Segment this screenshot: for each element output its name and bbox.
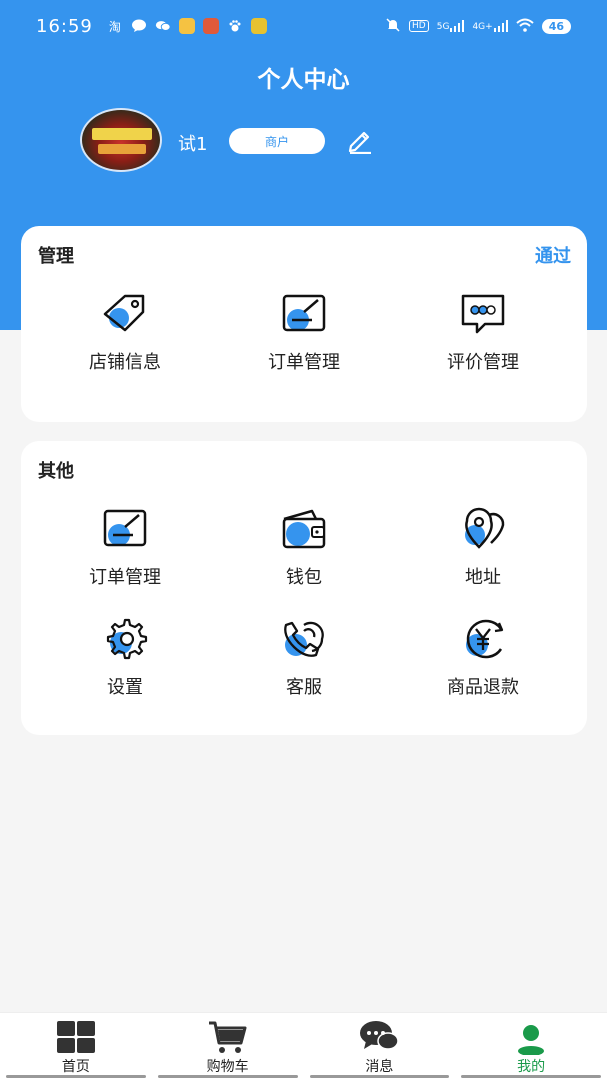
other-card: 其他 订单管理 钱包 地址 设置 客服 商品退款 [21, 441, 587, 735]
signal-5g: 5G [437, 20, 465, 32]
status-indicators: HD 5G 4G+ 46 [385, 17, 571, 36]
chat-icon [360, 1021, 400, 1050]
tab-underline [461, 1075, 601, 1078]
tag-icon [103, 294, 145, 332]
manage-title: 管理 [38, 246, 74, 267]
app-gold-icon [250, 18, 267, 34]
status-bar: 16:59 淘 HD 5G 4G+ 46 [0, 0, 607, 52]
menu-item-settings[interactable]: 设置 [35, 617, 215, 699]
avatar[interactable] [80, 108, 162, 172]
menu-item-shop-info[interactable]: 店铺信息 [35, 292, 215, 374]
tab-label: 消息 [365, 1059, 394, 1075]
order-icon [103, 509, 147, 547]
page-title: 个人中心 [257, 67, 350, 93]
status-time: 16:59 [36, 15, 93, 37]
taobao-icon: 淘 [108, 19, 121, 34]
menu-label: 钱包 [286, 567, 322, 588]
wifi-icon [516, 18, 534, 35]
manage-card: 管理 通过 店铺信息 订单管理 评价管理 [21, 226, 587, 422]
mute-icon [385, 17, 401, 36]
menu-item-customer-service[interactable]: 客服 [214, 617, 394, 699]
menu-item-review-manage[interactable]: 评价管理 [393, 292, 573, 374]
tab-underline [309, 1075, 450, 1078]
menu-label: 设置 [107, 677, 143, 698]
menu-item-refund[interactable]: 商品退款 [393, 617, 573, 699]
order-icon [282, 294, 326, 332]
phone-icon [284, 621, 324, 657]
menu-label: 订单管理 [89, 567, 161, 588]
edit-icon[interactable] [346, 126, 374, 154]
tab-messages[interactable]: 消息 [304, 1013, 456, 1080]
menu-item-wallet[interactable]: 钱包 [214, 507, 394, 589]
avatar-photo-detail [98, 144, 146, 154]
tab-home[interactable]: 首页 [0, 1013, 152, 1080]
home-grid-icon [56, 1021, 95, 1053]
baidu-icon [227, 18, 243, 34]
menu-label: 店铺信息 [89, 352, 161, 373]
refund-icon [466, 619, 504, 659]
tab-label: 购物车 [206, 1059, 249, 1075]
menu-label: 地址 [465, 567, 501, 588]
notification-icons: 淘 [107, 18, 267, 34]
wechat-icon [155, 18, 171, 34]
gear-icon [106, 618, 148, 660]
username: 试1 [178, 134, 208, 155]
menu-label: 客服 [286, 677, 322, 698]
tab-underline [6, 1075, 146, 1078]
bottom-tab-bar: 首页 购物车 消息 我的 [0, 1012, 607, 1080]
tab-cart[interactable]: 购物车 [152, 1013, 304, 1080]
message-icon [131, 18, 147, 34]
tab-label: 我的 [517, 1059, 546, 1075]
app-red-icon [202, 18, 219, 34]
me-icon [518, 1025, 545, 1055]
wallet-icon [282, 509, 326, 549]
menu-item-order-manage[interactable]: 订单管理 [35, 507, 215, 589]
menu-label: 商品退款 [447, 677, 519, 698]
tab-me[interactable]: 我的 [455, 1013, 607, 1080]
tab-label: 首页 [61, 1059, 90, 1075]
signal-4g: 4G+ [472, 20, 508, 32]
menu-item-order-manage[interactable]: 订单管理 [214, 292, 394, 374]
role-badge: 商户 [229, 128, 325, 154]
other-title: 其他 [38, 461, 74, 482]
battery-indicator: 46 [541, 18, 571, 34]
location-icon [465, 507, 505, 549]
hd-indicator: HD [409, 20, 429, 32]
comment-icon [461, 294, 505, 334]
menu-item-address[interactable]: 地址 [393, 507, 573, 589]
approval-status: 通过 [535, 246, 571, 267]
menu-label: 评价管理 [447, 352, 519, 373]
menu-label: 订单管理 [268, 352, 340, 373]
app-yellow-icon [178, 18, 195, 34]
cart-icon [208, 1021, 247, 1053]
avatar-photo-detail [92, 128, 152, 140]
tab-underline [157, 1075, 298, 1078]
